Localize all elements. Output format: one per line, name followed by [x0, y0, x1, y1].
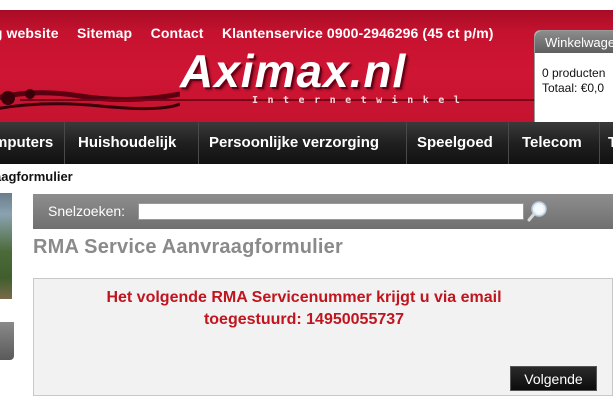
nav-item-label: Telecom — [522, 134, 582, 151]
logo-tagline: Internetwinkel — [252, 95, 470, 106]
category-nav-bar: mputers Huishoudelijk Persoonlijke verzo… — [0, 122, 613, 164]
nav-item-label: Speelgoed — [417, 134, 493, 151]
logo-text: Aximax.nl — [180, 45, 407, 97]
nav-item-telecom[interactable]: Telecom — [510, 122, 600, 164]
sidebar-product-image[interactable] — [0, 193, 12, 299]
nav-item-huishoudelijk[interactable]: Huishoudelijk — [68, 122, 199, 164]
customer-service-link[interactable]: Klantenservice 0900-2946296 (45 ct p/m) — [222, 25, 494, 41]
next-button[interactable]: Volgende — [510, 366, 597, 391]
quick-search-bar: Snelzoeken: — [33, 194, 613, 229]
search-magnifier-icon[interactable] — [527, 199, 549, 223]
cart-total: Totaal: €0,0 — [542, 81, 605, 95]
rma-message-box: Het volgende RMA Servicenummer krijgt u … — [33, 278, 613, 396]
nav-item-label: Huishoudelijk — [78, 134, 177, 151]
page-title: RMA Service Aanvraagformulier — [33, 236, 343, 258]
top-strip — [0, 0, 613, 10]
message-line-2: toegestuurd: 14950055737 — [203, 311, 405, 328]
sitemap-link[interactable]: Sitemap — [77, 25, 132, 41]
nav-item-next[interactable]: T — [601, 122, 613, 164]
cart-title: Winkelwagen — [535, 31, 613, 53]
site-logo[interactable]: Aximax.nl Internetwinkel — [20, 45, 613, 118]
cart-product-count: 0 producten — [542, 66, 606, 80]
sidebar-box-header — [0, 322, 14, 360]
nav-item-persoonlijke-verzorging[interactable]: Persoonlijke verzorging — [200, 122, 407, 164]
logo-swoosh-graphic — [0, 89, 180, 111]
nav-item-label: mputers — [0, 134, 54, 151]
nav-item-label: T — [608, 134, 613, 151]
shopping-cart-widget[interactable]: Winkelwagen 0 producten Totaal: €0,0 — [534, 30, 613, 128]
nav-item-label: Persoonlijke verzorging — [209, 134, 380, 151]
breadcrumb: aagformulier — [0, 169, 73, 184]
search-input[interactable] — [138, 203, 524, 220]
contact-link[interactable]: Contact — [151, 25, 204, 41]
top-links: eg website Sitemap Contact Klantenservic… — [0, 25, 508, 43]
message-line-1: Het volgende RMA Servicenummer krijgt u … — [106, 289, 502, 306]
site-header: eg website Sitemap Contact Klantenservic… — [0, 10, 613, 122]
nav-item-computers[interactable]: mputers — [0, 122, 65, 164]
search-label: Snelzoeken: — [48, 203, 126, 219]
rma-confirmation-message: Het volgende RMA Servicenummer krijgt u … — [34, 287, 574, 331]
nav-item-speelgoed[interactable]: Speelgoed — [408, 122, 509, 164]
back-to-website-link[interactable]: eg website — [0, 25, 59, 41]
